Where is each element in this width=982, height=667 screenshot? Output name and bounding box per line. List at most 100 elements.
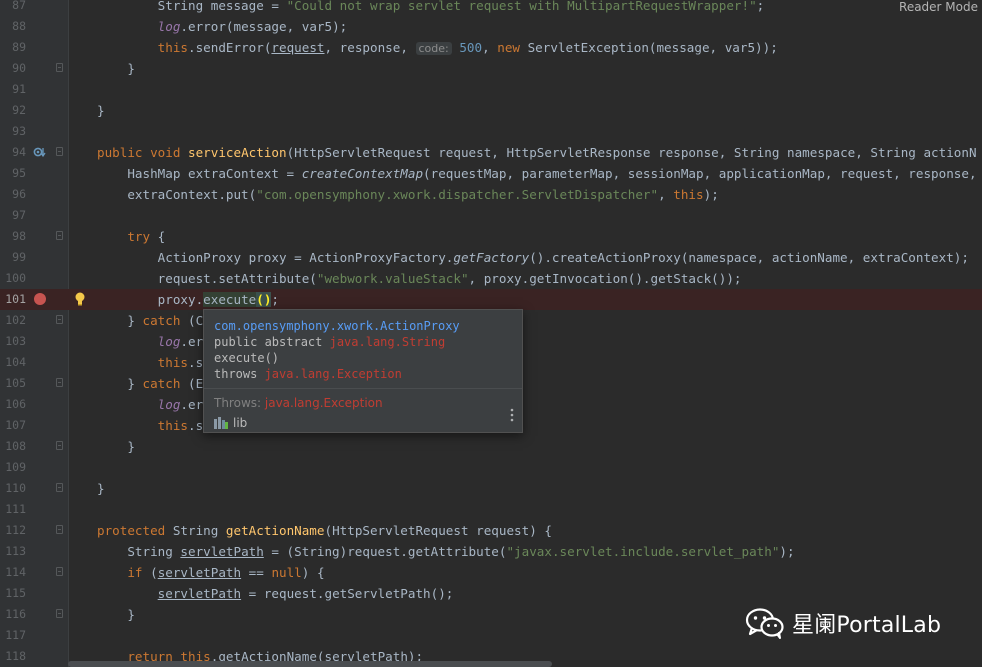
- fold-marker-icon[interactable]: [56, 378, 63, 387]
- code-text[interactable]: } catch (E: [97, 373, 203, 394]
- popup-method-name: execute(): [214, 351, 280, 365]
- code-text[interactable]: String message = "Could not wrap servlet…: [97, 0, 765, 16]
- code-text[interactable]: servletPath = request.getServletPath();: [97, 583, 454, 604]
- popup-return-type-link[interactable]: java.lang.String: [330, 335, 446, 349]
- code-line[interactable]: 115 servletPath = request.getServletPath…: [0, 583, 982, 604]
- line-number[interactable]: 105: [0, 373, 26, 394]
- code-text[interactable]: ActionProxy proxy = ActionProxyFactory.g…: [97, 247, 969, 268]
- line-number[interactable]: 98: [0, 226, 26, 247]
- code-text[interactable]: String servletPath = (String)request.get…: [97, 541, 794, 562]
- line-number[interactable]: 116: [0, 604, 26, 625]
- line-number[interactable]: 106: [0, 394, 26, 415]
- code-text[interactable]: } catch (C: [97, 310, 203, 331]
- fold-marker-icon[interactable]: [56, 609, 63, 618]
- fold-marker-icon[interactable]: [56, 483, 63, 492]
- line-number[interactable]: 94: [0, 142, 26, 163]
- line-number[interactable]: 96: [0, 184, 26, 205]
- line-number[interactable]: 103: [0, 331, 26, 352]
- line-number[interactable]: 92: [0, 100, 26, 121]
- line-number[interactable]: 93: [0, 121, 26, 142]
- line-number[interactable]: 97: [0, 205, 26, 226]
- code-text[interactable]: request.setAttribute("webwork.valueStack…: [97, 268, 742, 289]
- quick-documentation-popup[interactable]: com.opensymphony.xwork.ActionProxy publi…: [203, 309, 523, 433]
- code-line[interactable]: 111: [0, 499, 982, 520]
- code-line[interactable]: 109: [0, 457, 982, 478]
- code-text[interactable]: HashMap extraContext = createContextMap(…: [97, 163, 976, 184]
- line-number[interactable]: 111: [0, 499, 26, 520]
- code-line[interactable]: 91: [0, 79, 982, 100]
- code-line[interactable]: 89 this.sendError(request, response, cod…: [0, 37, 982, 58]
- fold-marker-icon[interactable]: [56, 441, 63, 450]
- line-number[interactable]: 104: [0, 352, 26, 373]
- code-line[interactable]: 97: [0, 205, 982, 226]
- code-text[interactable]: log.er: [97, 394, 204, 415]
- code-text[interactable]: }: [97, 436, 135, 457]
- fold-marker-icon[interactable]: [56, 567, 63, 576]
- fold-marker-icon[interactable]: [56, 315, 63, 324]
- code-line[interactable]: 93: [0, 121, 982, 142]
- code-line[interactable]: 94 public void serviceAction(HttpServletR…: [0, 142, 982, 163]
- code-line[interactable]: 88 log.error(message, var5);: [0, 16, 982, 37]
- line-number[interactable]: 107: [0, 415, 26, 436]
- line-number[interactable]: 95: [0, 163, 26, 184]
- line-number[interactable]: 90: [0, 58, 26, 79]
- line-number[interactable]: 115: [0, 583, 26, 604]
- code-line[interactable]: 92}: [0, 100, 982, 121]
- code-text[interactable]: protected String getActionName(HttpServl…: [97, 520, 552, 541]
- code-line[interactable]: 113 String servletPath = (String)request…: [0, 541, 982, 562]
- line-number[interactable]: 118: [0, 646, 26, 667]
- code-text[interactable]: extraContext.put("com.opensymphony.xwork…: [97, 184, 718, 205]
- code-text[interactable]: try {: [97, 226, 165, 247]
- code-text[interactable]: log.error(message, var5);: [97, 16, 348, 37]
- line-number[interactable]: 102: [0, 310, 26, 331]
- fold-marker-icon[interactable]: [56, 147, 63, 156]
- line-number[interactable]: 89: [0, 37, 26, 58]
- fold-marker-icon[interactable]: [56, 231, 63, 240]
- line-number[interactable]: 108: [0, 436, 26, 457]
- line-number[interactable]: 101: [0, 289, 26, 310]
- line-number[interactable]: 112: [0, 520, 26, 541]
- reader-mode-button[interactable]: Reader Mode: [893, 0, 978, 14]
- code-line[interactable]: 110}: [0, 478, 982, 499]
- code-line[interactable]: 112 protected String getActionName(HttpSe…: [0, 520, 982, 541]
- code-text[interactable]: public void serviceAction(HttpServletReq…: [97, 142, 977, 163]
- code-line[interactable]: 95 HashMap extraContext = createContextM…: [0, 163, 982, 184]
- more-options-icon[interactable]: [510, 408, 514, 422]
- lightbulb-icon[interactable]: [74, 292, 86, 306]
- line-number[interactable]: 88: [0, 16, 26, 37]
- horizontal-scrollbar[interactable]: [68, 661, 552, 667]
- code-line[interactable]: 87 String message = "Could not wrap serv…: [0, 0, 982, 16]
- line-number[interactable]: 87: [0, 0, 26, 16]
- code-line[interactable]: 108 }: [0, 436, 982, 457]
- popup-throws-value-link[interactable]: java.lang.Exception: [265, 396, 383, 410]
- fold-marker-icon[interactable]: [56, 525, 63, 534]
- code-line[interactable]: 90 }: [0, 58, 982, 79]
- line-number[interactable]: 91: [0, 79, 26, 100]
- code-text[interactable]: log.er: [97, 331, 204, 352]
- line-number[interactable]: 99: [0, 247, 26, 268]
- breakpoint-icon[interactable]: [34, 293, 46, 305]
- line-number[interactable]: 113: [0, 541, 26, 562]
- popup-package-link[interactable]: com.opensymphony.xwork.ActionProxy: [214, 319, 460, 333]
- line-number[interactable]: 100: [0, 268, 26, 289]
- line-number[interactable]: 110: [0, 478, 26, 499]
- implements-method-icon[interactable]: [33, 146, 46, 159]
- code-text[interactable]: }: [97, 478, 105, 499]
- code-line[interactable]: 114 if (servletPath == null) {: [0, 562, 982, 583]
- code-text[interactable]: }: [97, 100, 105, 121]
- code-text[interactable]: }: [97, 604, 135, 625]
- popup-throws-type-link[interactable]: java.lang.Exception: [265, 367, 402, 381]
- code-line[interactable]: 100 request.setAttribute("webwork.valueS…: [0, 268, 982, 289]
- line-number[interactable]: 114: [0, 562, 26, 583]
- code-line[interactable]: 98 try {: [0, 226, 982, 247]
- code-text[interactable]: if (servletPath == null) {: [97, 562, 324, 583]
- code-text[interactable]: this.sendError(request, response, code: …: [97, 37, 778, 59]
- code-line[interactable]: 101 proxy.execute();: [0, 289, 982, 310]
- code-text[interactable]: proxy.execute();: [97, 289, 279, 310]
- line-number[interactable]: 109: [0, 457, 26, 478]
- code-line[interactable]: 96 extraContext.put("com.opensymphony.xw…: [0, 184, 982, 205]
- code-line[interactable]: 99 ActionProxy proxy = ActionProxyFactor…: [0, 247, 982, 268]
- code-text[interactable]: }: [97, 58, 135, 79]
- line-number[interactable]: 117: [0, 625, 26, 646]
- fold-marker-icon[interactable]: [56, 63, 63, 72]
